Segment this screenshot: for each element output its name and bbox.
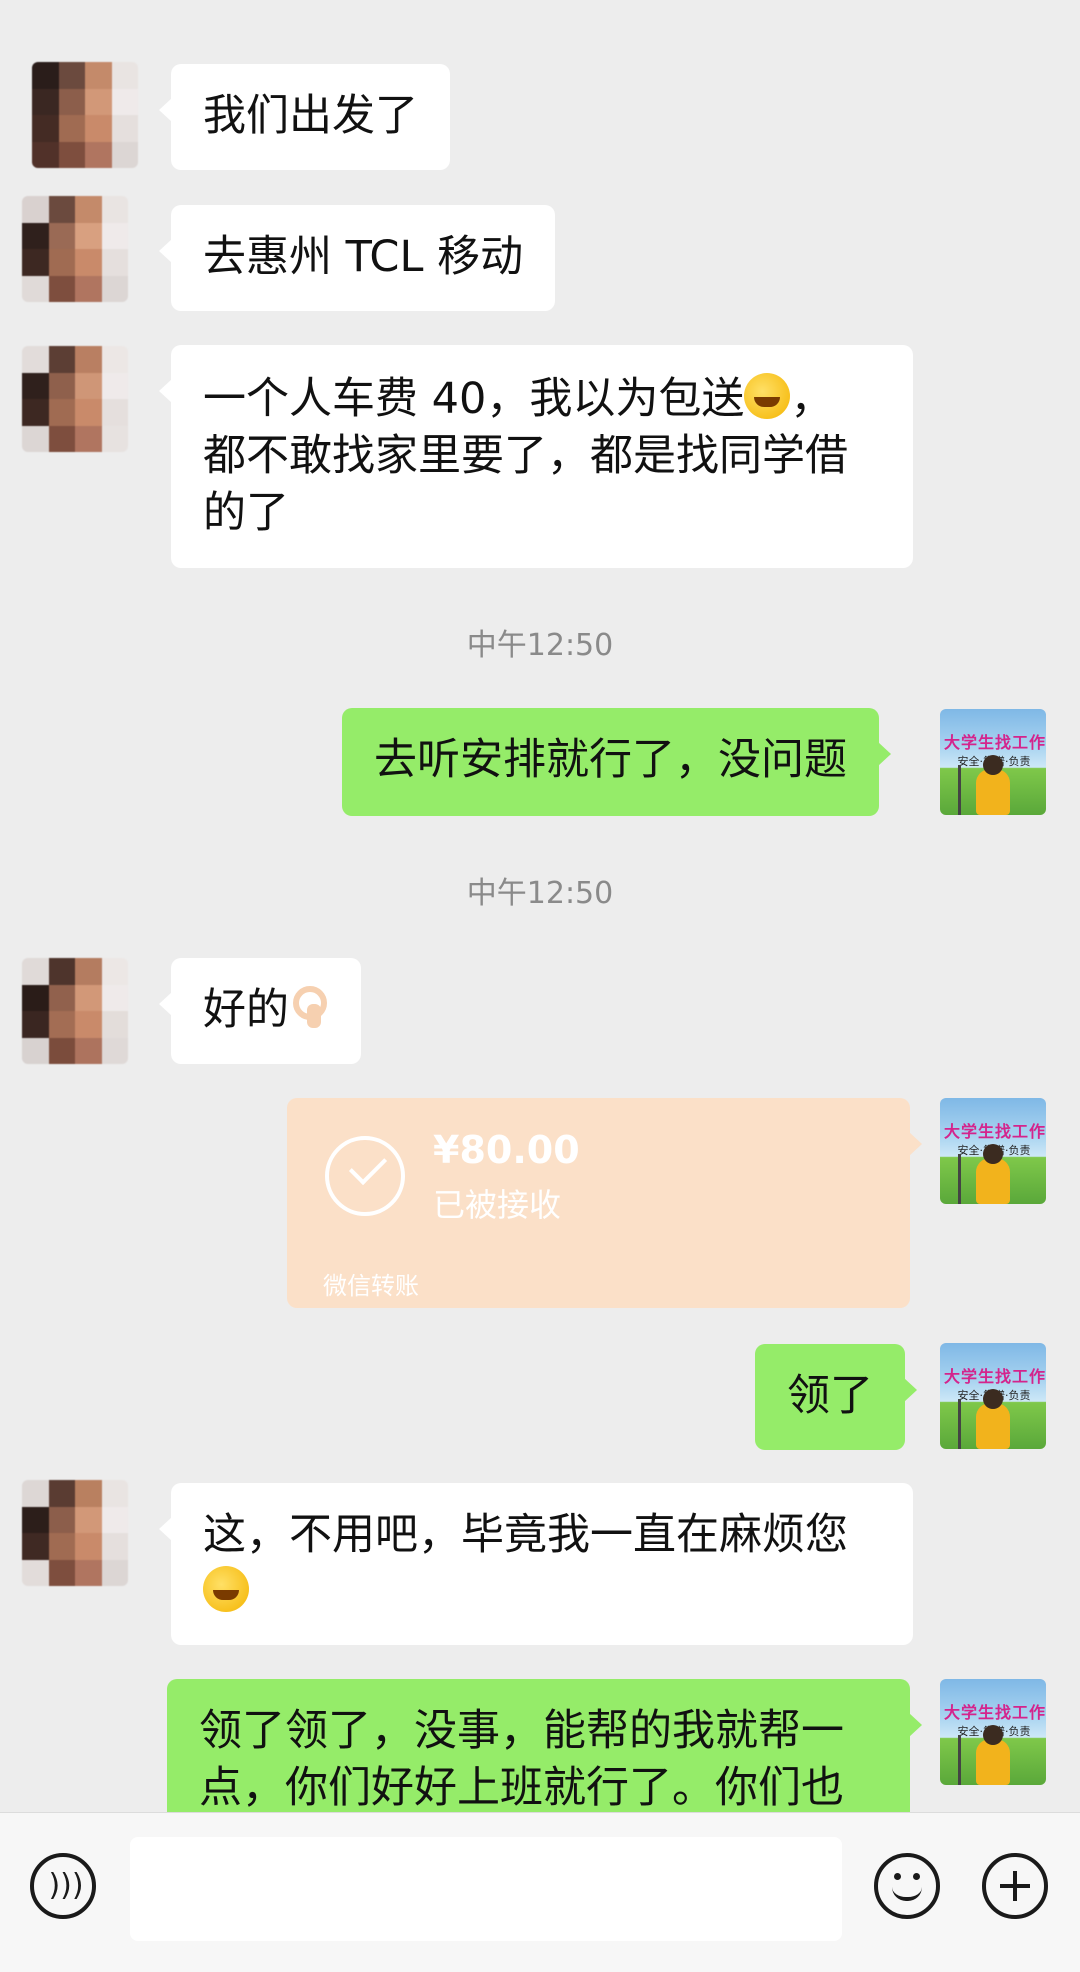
emoji-icon[interactable] — [874, 1853, 940, 1919]
emoji-eyes — [894, 1873, 920, 1881]
contact-avatar[interactable] — [22, 346, 128, 452]
avatar-title: 大学生找工作 — [944, 1122, 1046, 1141]
face-with-tears-of-joy-icon — [203, 1566, 249, 1612]
message-text-line: 领了领了，没事，能帮的我就帮一 — [199, 1706, 844, 1756]
message-bubble-outgoing[interactable]: 领了领了，没事，能帮的我就帮一 点，你们好好上班就行了。你们也 — [167, 1679, 922, 1812]
contact-avatar[interactable] — [22, 1480, 128, 1586]
transfer-card[interactable]: ¥80.00 已被接收 微信转账 — [287, 1098, 922, 1308]
avatar-figure — [976, 1389, 1010, 1449]
message-bubble-incoming[interactable]: 好的 — [159, 958, 361, 1064]
message-bubble-incoming[interactable]: 我们出发了 — [159, 64, 450, 170]
input-bar: ))) — [0, 1812, 1080, 1972]
message-text-line: 的了 — [203, 488, 289, 538]
message-input[interactable] — [130, 1837, 842, 1941]
contact-avatar[interactable] — [32, 62, 138, 168]
chat-area[interactable]: 我们出发了 去惠州 TCL 移动 一个人车费 40，我以为包送 ， 都不敢找家里要… — [0, 0, 1080, 1812]
message-bubble-incoming[interactable]: 去惠州 TCL 移动 — [158, 205, 556, 311]
my-avatar[interactable]: 大学生找工作 安全·靠谱·负责 — [940, 1343, 1046, 1449]
message-text: 领了 — [787, 1371, 873, 1421]
message-text-line: 一个人车费 40，我以为包送 — [203, 374, 745, 424]
message-text-line: ， — [790, 374, 834, 424]
message-bubble-outgoing[interactable]: 领了 — [755, 1344, 917, 1450]
message-timestamp: 中午12:50 — [466, 876, 614, 911]
avatar-title: 大学生找工作 — [944, 733, 1046, 752]
contact-avatar[interactable] — [22, 958, 128, 1064]
check-circle-icon — [325, 1136, 405, 1216]
message-text-line: 这，不用吧，毕竟我一直在麻烦您 — [203, 1510, 848, 1560]
voice-icon[interactable]: ))) — [30, 1853, 96, 1919]
avatar-figure — [958, 1154, 961, 1204]
my-avatar[interactable]: 大学生找工作 安全·靠谱·负责 — [940, 1098, 1046, 1204]
message-text-line: 点，你们好好上班就行了。你们也 — [199, 1763, 844, 1812]
emoji-mouth — [892, 1887, 922, 1901]
message-text-line: 都不敢找家里要了，都是找同学借 — [203, 431, 848, 481]
avatar-figure — [976, 1144, 1010, 1204]
my-avatar[interactable]: 大学生找工作 安全·靠谱·负责 — [940, 709, 1046, 815]
transfer-amount: ¥80.00 — [433, 1128, 580, 1172]
message-bubble-incoming[interactable]: 这，不用吧，毕竟我一直在麻烦您 — [159, 1483, 913, 1645]
avatar-title: 大学生找工作 — [944, 1367, 1046, 1386]
avatar-title: 大学生找工作 — [944, 1703, 1046, 1722]
message-text: 去惠州 TCL 移动 — [203, 232, 524, 282]
message-bubble-incoming[interactable]: 一个人车费 40，我以为包送 ， 都不敢找家里要了，都是找同学借 的了 — [159, 345, 913, 568]
contact-avatar[interactable] — [22, 196, 128, 302]
avatar-figure — [976, 755, 1010, 815]
avatar-figure — [976, 1725, 1010, 1785]
transfer-status: 已被接收 — [433, 1186, 562, 1224]
message-text: 去听安排就行了，没问题 — [374, 735, 847, 785]
message-text: 我们出发了 — [203, 91, 418, 141]
avatar-figure — [958, 1399, 961, 1449]
plus-icon[interactable] — [982, 1853, 1048, 1919]
avatar-figure — [958, 1735, 961, 1785]
avatar-figure — [958, 765, 961, 815]
transfer-label: 微信转账 — [323, 1272, 419, 1300]
my-avatar[interactable]: 大学生找工作 安全·靠谱·负责 — [940, 1679, 1046, 1785]
face-with-tears-of-joy-icon — [744, 373, 791, 419]
message-text: 好的 — [203, 985, 289, 1035]
message-timestamp: 中午12:50 — [466, 628, 614, 663]
sound-wave-icon: ))) — [48, 1868, 84, 1903]
message-bubble-outgoing[interactable]: 去听安排就行了，没问题 — [342, 708, 891, 816]
ok-hand-icon — [289, 982, 329, 1030]
